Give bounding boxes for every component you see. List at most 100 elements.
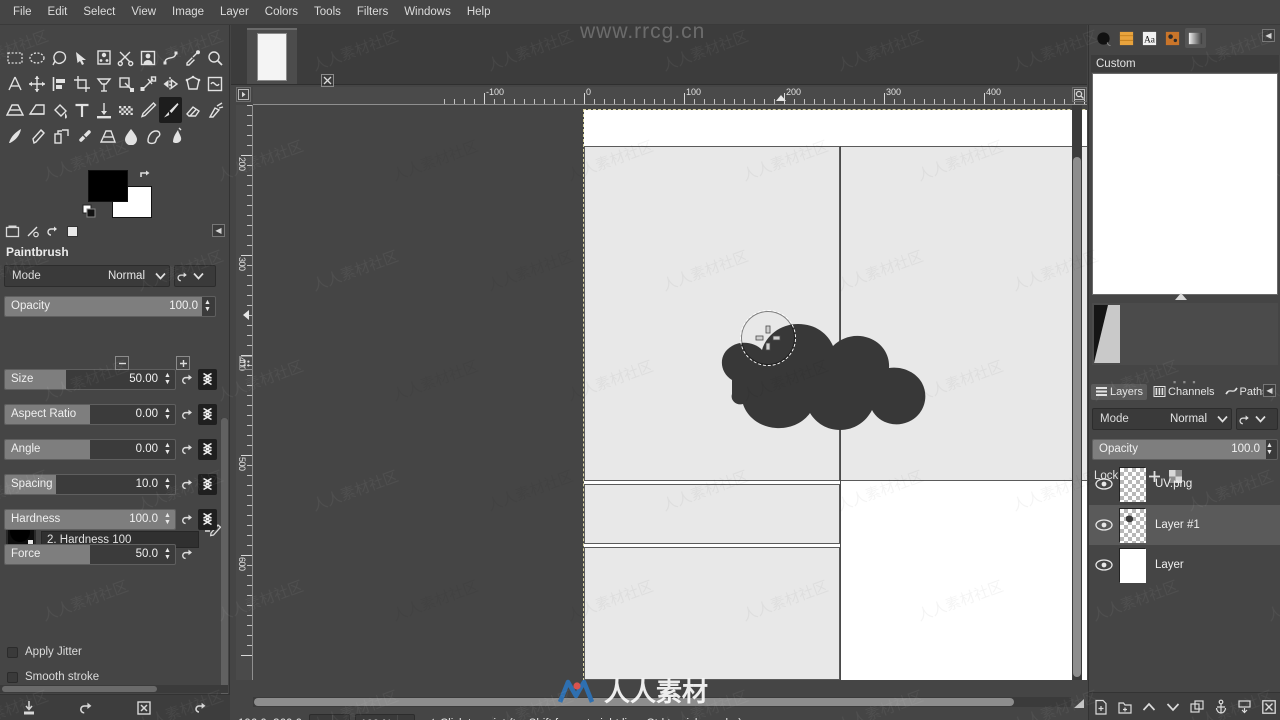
pencil-icon[interactable] xyxy=(137,97,159,123)
slider-stepper[interactable]: ▲ ▼ xyxy=(162,407,173,421)
layer-opacity-stepper[interactable]: ▲ ▼ xyxy=(1264,442,1275,456)
menu-item-file[interactable]: File xyxy=(5,3,40,21)
eraser-icon[interactable] xyxy=(182,97,204,123)
slider-reset-icon[interactable] xyxy=(179,439,196,459)
image-tab[interactable] xyxy=(247,28,297,84)
slider-link-icon[interactable] xyxy=(198,368,217,390)
checkbox-box[interactable] xyxy=(7,671,18,683)
slider-stepper[interactable]: ▲ ▼ xyxy=(162,547,173,561)
layer-row[interactable]: Layer #1 xyxy=(1089,505,1280,545)
slider-reset-icon[interactable] xyxy=(179,404,196,424)
delete-layer-icon[interactable] xyxy=(1260,697,1279,717)
slider-stepper[interactable]: ▲ ▼ xyxy=(162,442,173,456)
gradient-icon[interactable] xyxy=(93,97,115,123)
aspect-ratio-slider[interactable]: Aspect Ratio 0.00 ▲ ▼ xyxy=(4,403,176,425)
paintbrush-icon[interactable] xyxy=(159,97,182,123)
tool-options-hscrollbar[interactable] xyxy=(0,685,228,693)
ink-icon[interactable] xyxy=(4,123,27,149)
menu-item-layer[interactable]: Layer xyxy=(212,3,257,21)
navigation-icon[interactable] xyxy=(1072,697,1086,710)
menu-item-edit[interactable]: Edit xyxy=(40,3,76,21)
select-by-color-icon[interactable] xyxy=(93,45,115,71)
menu-item-view[interactable]: View xyxy=(123,3,164,21)
paths-icon[interactable] xyxy=(159,45,181,71)
slider-reset-icon[interactable] xyxy=(179,509,196,529)
resource-tab-fonts[interactable]: Aa xyxy=(1139,28,1160,48)
clone-icon[interactable] xyxy=(50,123,73,149)
swap-colors-icon[interactable] xyxy=(138,168,152,182)
crop-icon[interactable] xyxy=(71,71,93,97)
slider-link-icon[interactable] xyxy=(198,473,217,495)
scrollbar-thumb-v[interactable] xyxy=(1073,157,1081,677)
slider-reset-icon[interactable] xyxy=(179,474,196,494)
slider-reset-icon[interactable] xyxy=(179,369,196,389)
measure-icon[interactable] xyxy=(4,71,26,97)
canvas-image[interactable] xyxy=(583,109,1087,680)
flip-icon[interactable] xyxy=(159,71,181,97)
resource-tab-brushes[interactable] xyxy=(1093,28,1114,48)
angle-slider[interactable]: Angle 0.00 ▲ ▼ xyxy=(4,438,176,460)
force-slider[interactable]: Force 50.0 ▲ ▼ xyxy=(4,543,176,565)
layer-dock-menu-arrow-icon[interactable]: ◀ xyxy=(1263,384,1276,397)
lower-layer-icon[interactable] xyxy=(1164,697,1183,717)
move-icon[interactable] xyxy=(26,71,48,97)
zoom-out-icon[interactable] xyxy=(115,356,129,370)
horizontal-ruler[interactable]: -1000100200300400500 xyxy=(253,87,1087,105)
save-options-icon[interactable] xyxy=(17,697,41,719)
duplicate-layer-icon[interactable] xyxy=(1188,697,1207,717)
unit-combo[interactable]: px xyxy=(309,713,350,720)
color-picker-icon[interactable] xyxy=(182,45,204,71)
tab-layers[interactable]: Layers xyxy=(1091,383,1148,400)
perspective-clone-icon[interactable] xyxy=(4,97,26,123)
quick-mask-icon[interactable] xyxy=(1072,87,1087,102)
scrollbar-thumb[interactable] xyxy=(221,418,228,720)
checker-icon[interactable] xyxy=(115,97,137,123)
heal-icon[interactable] xyxy=(73,123,96,149)
menu-item-select[interactable]: Select xyxy=(75,3,123,21)
foreground-color-swatch[interactable] xyxy=(88,170,128,202)
close-icon[interactable] xyxy=(321,74,334,87)
perspective-icon[interactable] xyxy=(96,123,119,149)
layer-row[interactable]: Layer xyxy=(1089,545,1280,585)
raise-layer-icon[interactable] xyxy=(1140,697,1159,717)
reset-options-icon[interactable] xyxy=(189,697,213,719)
reset-icon[interactable] xyxy=(1237,410,1251,428)
slider-stepper[interactable]: ▲ ▼ xyxy=(162,512,173,526)
size-slider[interactable]: Size 50.00 ▲ ▼ xyxy=(4,368,176,390)
canvas-viewport[interactable] xyxy=(253,105,1087,680)
opacity-stepper[interactable]: ▲ ▼ xyxy=(202,299,213,313)
opacity-slider[interactable]: Opacity 100.0 ▲ ▼ xyxy=(4,295,216,317)
layer-visibility-icon[interactable] xyxy=(1089,559,1119,571)
tab-channels[interactable]: Channels xyxy=(1149,384,1218,400)
new-layer-icon[interactable] xyxy=(1092,697,1111,717)
slider-link-icon[interactable] xyxy=(198,508,217,530)
layer-row[interactable]: UV.png xyxy=(1089,464,1280,504)
warp-transform-icon[interactable] xyxy=(204,71,226,97)
canvas-vscrollbar[interactable] xyxy=(1072,105,1082,680)
hardness-slider[interactable]: Hardness 100.0 ▲ ▼ xyxy=(4,508,176,530)
menu-item-filters[interactable]: Filters xyxy=(349,3,396,21)
alignment-icon[interactable] xyxy=(48,71,70,97)
zoom-combo[interactable]: 100 % xyxy=(354,713,415,720)
delete-options-icon[interactable] xyxy=(132,697,156,719)
layer-opacity-slider[interactable]: Opacity 100.0 ▲ ▼ xyxy=(1092,438,1278,460)
checkbox-box[interactable] xyxy=(7,646,18,658)
checkbox-smooth-stroke[interactable]: Smooth stroke xyxy=(7,671,99,683)
unified-transform-icon[interactable] xyxy=(115,71,137,97)
handle-transform-icon[interactable] xyxy=(137,71,159,97)
mode-combo[interactable]: Mode Normal xyxy=(4,265,170,287)
text-icon[interactable] xyxy=(71,97,93,123)
airbrush-icon[interactable] xyxy=(204,97,226,123)
free-select-icon[interactable] xyxy=(48,45,70,71)
spacing-slider[interactable]: Spacing 10.0 ▲ ▼ xyxy=(4,473,176,495)
menu-item-windows[interactable]: Windows xyxy=(396,3,459,21)
scrollbar-thumb-h[interactable] xyxy=(2,686,157,692)
zoom-icon[interactable] xyxy=(204,45,226,71)
anchor-layer-icon[interactable] xyxy=(1212,697,1231,717)
zoom-grid-icon[interactable] xyxy=(239,356,253,370)
smudge-icon[interactable] xyxy=(142,123,165,149)
menu-item-tools[interactable]: Tools xyxy=(306,3,349,21)
dodge-burn-icon[interactable] xyxy=(165,123,188,149)
restore-options-icon[interactable] xyxy=(74,697,98,719)
ruler-corner-menu-icon[interactable] xyxy=(236,87,251,102)
